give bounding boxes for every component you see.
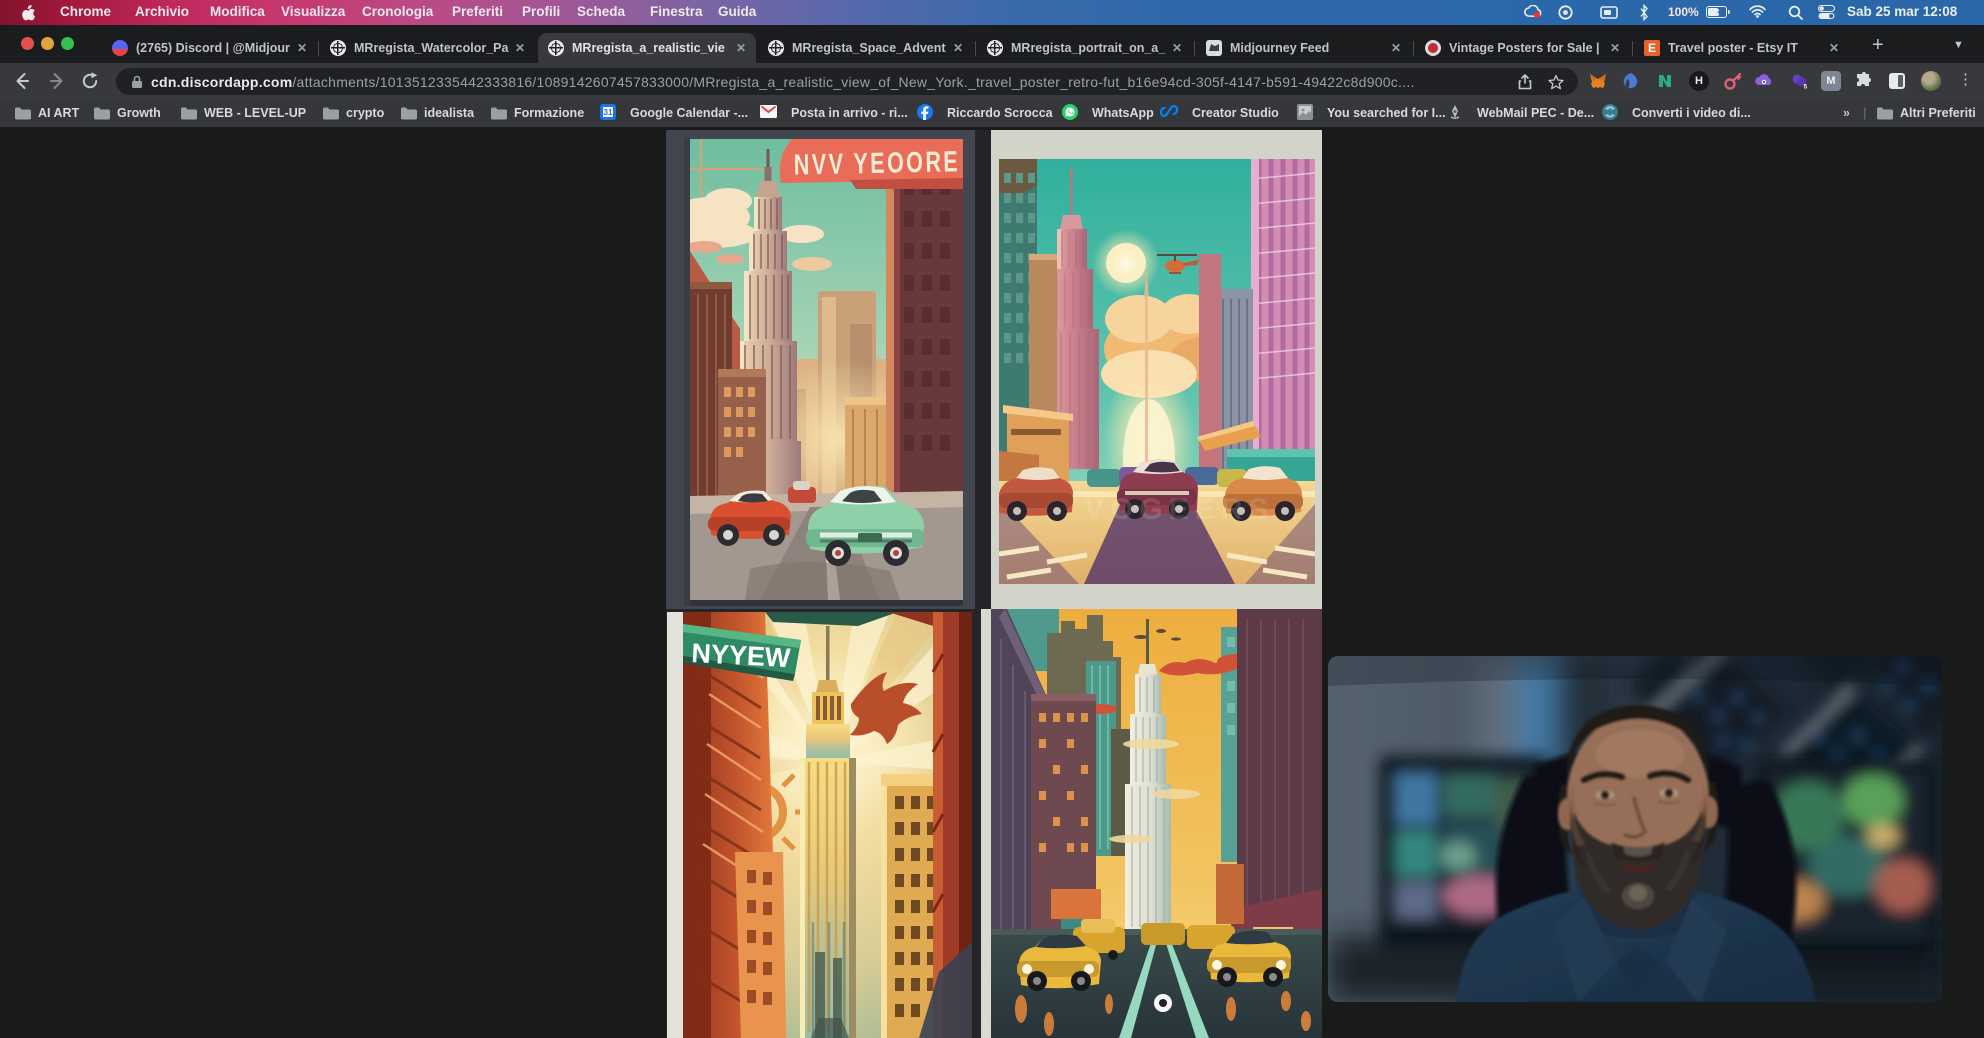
svg-text:VOGEERS: VOGEERS xyxy=(1084,493,1274,526)
svg-text:31: 31 xyxy=(604,108,613,117)
svg-text:NYYEW: NYYEW xyxy=(691,638,792,673)
svg-text:NVV YEOORE: NVV YEOORE xyxy=(794,146,961,181)
svg-text:5: 5 xyxy=(1804,83,1808,90)
